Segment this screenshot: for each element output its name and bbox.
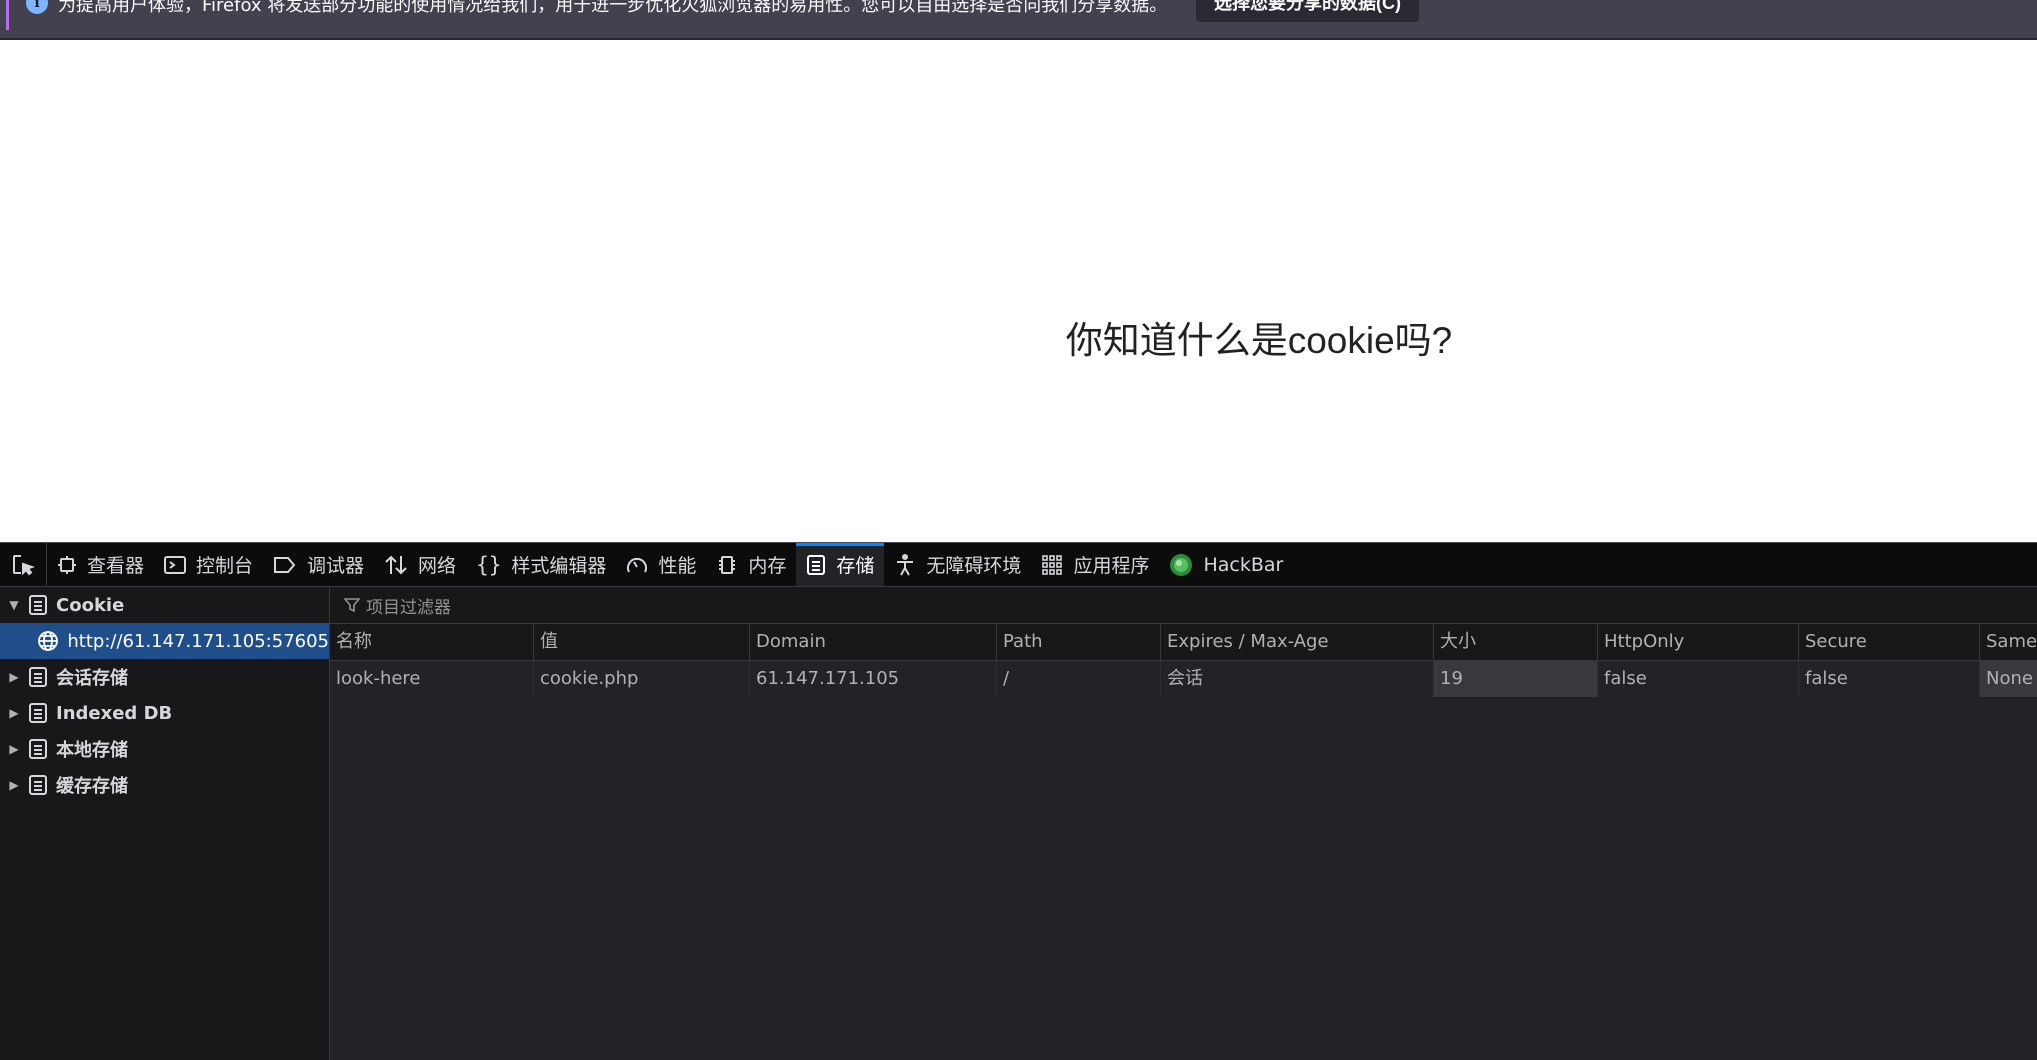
- filter-placeholder: 项目过滤器: [366, 597, 451, 618]
- sidebar-item-label: 会话存储: [56, 668, 128, 689]
- collapsed-arrow-icon[interactable]: ▶: [0, 670, 28, 684]
- sidebar-item-label: Cookie: [56, 594, 125, 616]
- cell-path[interactable]: /: [997, 661, 1161, 697]
- column-header-size[interactable]: 大小: [1434, 624, 1598, 660]
- tab-network[interactable]: 网络: [374, 543, 466, 586]
- storage-sidebar: ▼ Cookie http://61.147.171.105:57605 ▶ 会…: [0, 587, 330, 1060]
- console-icon: [164, 555, 187, 575]
- collapsed-arrow-icon[interactable]: ▶: [0, 778, 28, 792]
- column-header-samesite[interactable]: SameS: [1980, 624, 2037, 660]
- page-heading: 你知道什么是cookie吗?: [1065, 320, 1453, 361]
- tab-inspector[interactable]: 查看器: [47, 543, 154, 586]
- tab-label: 存储: [836, 555, 875, 577]
- storage-icon: [806, 554, 826, 576]
- tab-label: 查看器: [87, 555, 145, 577]
- inspector-icon: [57, 555, 77, 575]
- sidebar-item-indexed-db[interactable]: ▶ Indexed DB: [0, 695, 329, 731]
- cell-size[interactable]: 19: [1434, 661, 1598, 697]
- column-header-httponly[interactable]: HttpOnly: [1598, 624, 1799, 660]
- tab-memory[interactable]: 内存: [706, 543, 796, 586]
- filter-icon: [344, 597, 360, 613]
- cell-value[interactable]: cookie.php: [534, 661, 750, 697]
- sidebar-item-label: Indexed DB: [56, 702, 173, 724]
- sidebar-item-label: 本地存储: [56, 740, 128, 761]
- storage-icon: [28, 738, 48, 760]
- performance-icon: [626, 555, 648, 575]
- table-header: 名称 值 Domain Path Expires / Max-Age 大小 Ht…: [330, 624, 2037, 661]
- cell-httponly[interactable]: false: [1598, 661, 1799, 697]
- tab-label: 控制台: [196, 555, 254, 577]
- sidebar-item-label: http://61.147.171.105:57605: [67, 630, 329, 652]
- tab-accessibility[interactable]: 无障碍环境: [884, 543, 1031, 586]
- sidebar-item-local-storage[interactable]: ▶ 本地存储: [0, 731, 329, 767]
- choose-data-button[interactable]: 选择您要分享的数据(C): [1196, 0, 1419, 22]
- tab-console[interactable]: 控制台: [154, 543, 263, 586]
- tab-performance[interactable]: 性能: [616, 543, 706, 586]
- sidebar-item-cache-storage[interactable]: ▶ 缓存存储: [0, 767, 329, 803]
- memory-icon: [716, 554, 738, 576]
- storage-icon: [28, 702, 48, 724]
- tab-label: 网络: [418, 555, 457, 577]
- element-picker-button[interactable]: [0, 543, 47, 586]
- cookie-table: 名称 值 Domain Path Expires / Max-Age 大小 Ht…: [330, 624, 2037, 1060]
- style-editor-icon: {}: [476, 552, 502, 577]
- expanded-arrow-icon[interactable]: ▼: [0, 598, 28, 612]
- globe-icon: [37, 630, 59, 652]
- tab-style-editor[interactable]: {} 样式编辑器: [466, 543, 616, 586]
- column-header-domain[interactable]: Domain: [750, 624, 997, 660]
- sidebar-item-host[interactable]: http://61.147.171.105:57605: [0, 623, 329, 659]
- sidebar-item-label: 缓存存储: [56, 776, 128, 797]
- devtools-panel: 查看器 控制台 调试器 网络 {} 样式编辑器 性能 内存 存储 无障碍环境 应…: [0, 542, 2037, 1060]
- cell-secure[interactable]: false: [1799, 661, 1980, 697]
- tab-label: 内存: [748, 555, 787, 577]
- table-row[interactable]: look-here cookie.php 61.147.171.105 / 会话…: [330, 661, 2037, 697]
- tab-debugger[interactable]: 调试器: [263, 543, 374, 586]
- tab-label: HackBar: [1203, 553, 1284, 576]
- debugger-icon: [273, 555, 297, 575]
- cell-expires[interactable]: 会话: [1161, 661, 1434, 697]
- tab-label: 调试器: [307, 555, 365, 577]
- column-header-secure[interactable]: Secure: [1799, 624, 1980, 660]
- tab-hackbar[interactable]: HackBar: [1159, 543, 1293, 586]
- tab-label: 无障碍环境: [926, 555, 1022, 577]
- sidebar-item-session-storage[interactable]: ▶ 会话存储: [0, 659, 329, 695]
- application-icon: [1041, 554, 1063, 576]
- hackbar-icon: [1169, 553, 1193, 577]
- column-header-expires[interactable]: Expires / Max-Age: [1161, 624, 1434, 660]
- tab-label: 应用程序: [1073, 555, 1150, 577]
- tab-storage[interactable]: 存储: [796, 543, 885, 586]
- column-header-path[interactable]: Path: [997, 624, 1161, 660]
- collapsed-arrow-icon[interactable]: ▶: [0, 742, 28, 756]
- tab-label: 性能: [658, 555, 697, 577]
- devtools-toolbar: 查看器 控制台 调试器 网络 {} 样式编辑器 性能 内存 存储 无障碍环境 应…: [0, 543, 2037, 587]
- cell-name[interactable]: look-here: [330, 661, 534, 697]
- notification-bar: i 为提高用户体验，Firefox 将发送部分功能的使用情况给我们，用于进一步优…: [0, 0, 2037, 40]
- info-icon: i: [26, 0, 48, 14]
- tab-label: 样式编辑器: [511, 555, 607, 577]
- page-content: 你知道什么是cookie吗?: [0, 40, 2037, 542]
- pick-element-icon: [13, 554, 35, 575]
- column-header-value[interactable]: 值: [534, 624, 750, 660]
- accessibility-icon: [894, 553, 916, 577]
- collapsed-arrow-icon[interactable]: ▶: [0, 706, 28, 720]
- notification-text: 为提高用户体验，Firefox 将发送部分功能的使用情况给我们，用于进一步优化火…: [58, 0, 1168, 16]
- tab-application[interactable]: 应用程序: [1031, 543, 1159, 586]
- storage-icon: [28, 774, 48, 796]
- cell-samesite[interactable]: None: [1980, 661, 2037, 697]
- items-filter[interactable]: 项目过滤器: [330, 587, 2037, 624]
- sidebar-item-cookie[interactable]: ▼ Cookie: [0, 587, 329, 623]
- storage-icon: [28, 594, 48, 616]
- cell-domain[interactable]: 61.147.171.105: [750, 661, 997, 697]
- column-header-name[interactable]: 名称: [330, 624, 534, 660]
- storage-icon: [28, 666, 48, 688]
- network-icon: [384, 554, 408, 576]
